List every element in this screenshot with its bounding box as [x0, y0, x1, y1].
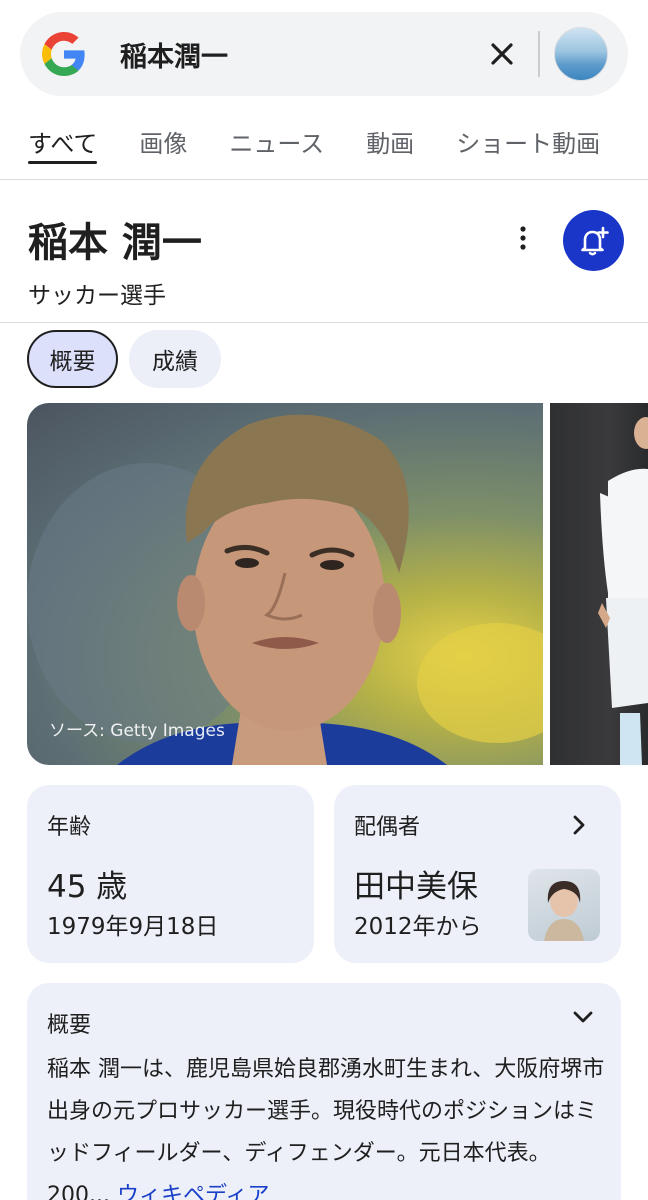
- summary-text: 稲本 潤一は、鹿児島県姶良郡湧水町生まれ、大阪府堺市出身の元プロサッカー選手。現…: [47, 1057, 605, 1200]
- chevron-right-icon: [573, 815, 585, 835]
- tab-all[interactable]: すべて: [28, 110, 98, 166]
- entity-subtitle: サッカー選手: [28, 283, 166, 309]
- summary-label: 概要: [47, 1013, 92, 1038]
- search-input[interactable]: 稲本潤一: [120, 35, 480, 74]
- close-icon: [491, 43, 513, 65]
- tab-images[interactable]: 画像: [139, 110, 187, 166]
- tab-videos[interactable]: 動画: [366, 110, 414, 166]
- birth-date: 1979年9月18日: [47, 914, 219, 940]
- summary-card: 概要 稲本 潤一は、鹿児島県姶良郡湧水町生まれ、大阪府堺市出身の元プロサッカー選…: [27, 983, 621, 1200]
- spouse-since: 2012年から: [354, 914, 482, 940]
- spouse-name: 田中美保: [354, 869, 478, 905]
- google-logo-icon: [42, 32, 85, 76]
- more-options-button[interactable]: [506, 218, 540, 258]
- more-vert-icon: [520, 226, 526, 250]
- summary-text-block: 稲本 潤一は、鹿児島県姶良郡湧水町生まれ、大阪府堺市出身の元プロサッカー選手。現…: [47, 1049, 607, 1200]
- account-avatar[interactable]: [554, 27, 608, 81]
- entity-title: 稲本 潤一: [28, 220, 202, 266]
- player-portrait-image: [27, 414, 543, 765]
- chip-overview[interactable]: 概要: [27, 330, 118, 388]
- clear-search-button[interactable]: [480, 32, 524, 76]
- chip-stats[interactable]: 成績: [129, 330, 221, 388]
- wikipedia-link[interactable]: ウィキペディア: [117, 1183, 269, 1200]
- age-label: 年齢: [47, 815, 92, 840]
- spouse-card[interactable]: 配偶者 田中美保 2012年から: [334, 785, 621, 963]
- tab-news[interactable]: ニュース: [229, 110, 324, 166]
- player-uniform-image: [598, 417, 648, 765]
- search-divider: [538, 31, 540, 77]
- follow-notification-button[interactable]: [563, 210, 624, 271]
- search-bar[interactable]: 稲本潤一: [20, 12, 628, 96]
- spouse-portrait-image: [544, 881, 584, 941]
- chevron-down-icon[interactable]: [571, 1007, 595, 1027]
- bell-plus-icon: [580, 226, 609, 255]
- age-value: 45 歳: [47, 869, 128, 905]
- section-divider: [0, 322, 648, 323]
- image-source-caption: ソース: Getty Images: [49, 721, 225, 741]
- spouse-thumbnail[interactable]: [528, 869, 600, 941]
- entity-photo-secondary[interactable]: [550, 403, 648, 765]
- tab-short-videos[interactable]: ショート動画: [456, 110, 600, 166]
- entity-photo-main[interactable]: ソース: Getty Images: [27, 403, 543, 765]
- spouse-label: 配偶者: [354, 815, 421, 840]
- search-tabs: すべて 画像 ニュース 動画 ショート動画: [0, 110, 648, 180]
- age-card[interactable]: 年齢 45 歳 1979年9月18日: [27, 785, 314, 963]
